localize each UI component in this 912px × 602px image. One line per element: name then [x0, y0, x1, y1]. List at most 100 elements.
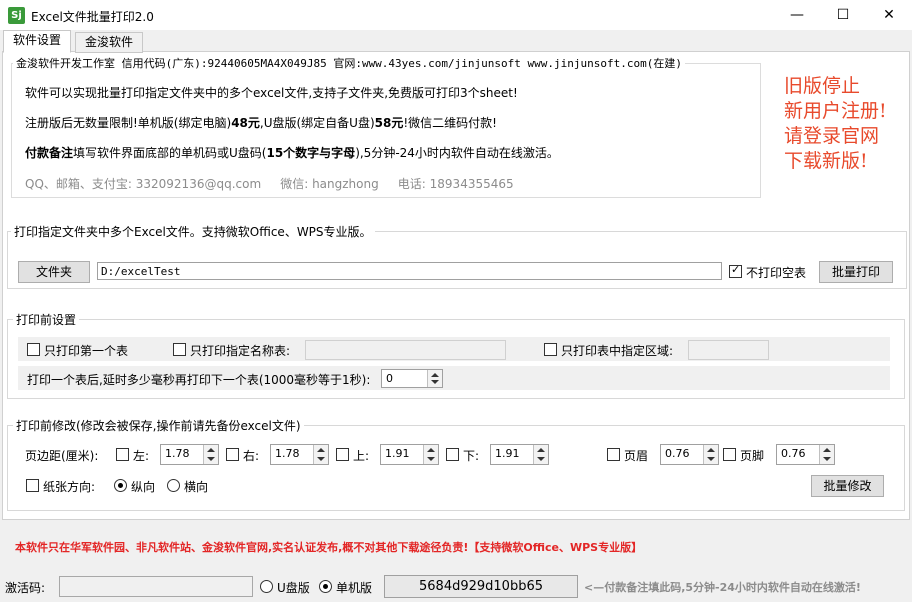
spin-down-icon[interactable]: [823, 457, 831, 461]
pre-print-legend: 打印前设置: [13, 311, 80, 328]
close-button[interactable]: ✕: [866, 0, 912, 30]
info-line-2: 注册版后无数量限制!单机版(绑定电脑)48元,U盘版(绑定自备U盘)58元!微信…: [25, 114, 497, 131]
delay-spinner[interactable]: 0: [381, 369, 443, 388]
named-sheet-checkbox[interactable]: [173, 343, 186, 356]
notice-line-3: 请登录官网: [784, 125, 880, 147]
right-margin-checkbox[interactable]: [226, 448, 239, 461]
modify-legend: 打印前修改(修改会被保存,操作前请先备份excel文件): [13, 417, 304, 434]
notice-line-4: 下载新版!: [784, 150, 868, 172]
orientation-checkbox[interactable]: [26, 479, 39, 492]
right-margin-label: 右:: [243, 449, 260, 463]
print-group-legend: 打印指定文件夹中多个Excel文件。支持微软Office、WPS专业版。: [11, 223, 375, 240]
notice-line-2: 新用户注册!: [784, 100, 887, 122]
activation-code-input[interactable]: [59, 576, 253, 597]
spin-down-icon[interactable]: [431, 380, 439, 384]
company-header: 金浚软件开发工作室 信用代码(广东):92440605MA4X049J85 官网…: [13, 55, 685, 71]
portrait-label: 纵向: [131, 480, 156, 494]
info-line-3b: 填写软件界面底部的单机码或U盘码(: [73, 146, 267, 160]
upgrade-notice: 旧版停止 新用户注册! 请登录官网 下载新版!: [784, 74, 887, 174]
footer-spinner[interactable]: 0.76: [776, 444, 835, 465]
folder-button[interactable]: 文件夹: [18, 261, 90, 283]
payment-note-label: 付款备注: [25, 146, 74, 160]
standalone-version-label: 单机版: [336, 581, 373, 595]
delay-label: 打印一个表后,延时多少毫秒再打印下一个表(1000毫秒等于1秒):: [27, 373, 371, 387]
area-label: 只打印表中指定区域:: [561, 344, 674, 358]
left-margin-spinner[interactable]: 1.78: [160, 444, 219, 465]
spin-down-icon[interactable]: [317, 457, 325, 461]
margin-label: 页边距(厘米):: [25, 449, 99, 463]
usb-version-label: U盘版: [277, 581, 310, 595]
info-line-2c: ,U盘版(绑定自备U盘): [259, 116, 375, 130]
standalone-version-radio[interactable]: [319, 580, 332, 593]
spin-up-icon[interactable]: [707, 448, 715, 452]
right-margin-value: 1.78: [275, 447, 300, 460]
first-sheet-checkbox[interactable]: [27, 343, 40, 356]
spin-down-icon[interactable]: [707, 457, 715, 461]
usb-version-radio[interactable]: [260, 580, 273, 593]
folder-path-input[interactable]: D:/excelTest: [97, 262, 722, 280]
left-margin-checkbox[interactable]: [116, 448, 129, 461]
spin-up-icon[interactable]: [537, 448, 545, 452]
bottom-margin-label: 下:: [463, 449, 480, 463]
spin-down-icon[interactable]: [207, 457, 215, 461]
maximize-button[interactable]: ☐: [820, 0, 866, 30]
named-sheet-input[interactable]: [305, 340, 506, 360]
area-checkbox[interactable]: [544, 343, 557, 356]
info-line-3: 付款备注填写软件界面底部的单机码或U盘码(15个数字与字母),5分钟-24小时内…: [25, 144, 559, 161]
batch-modify-button[interactable]: 批量修改: [811, 475, 884, 497]
price-usb: 58元: [374, 116, 404, 130]
info-line-1: 软件可以实现批量打印指定文件夹中的多个excel文件,支持子文件夹,免费版可打印…: [25, 86, 518, 100]
info-line-2a: 注册版后无数量限制!单机版(绑定电脑): [25, 116, 232, 130]
spin-down-icon[interactable]: [537, 457, 545, 461]
header-checkbox[interactable]: [607, 448, 620, 461]
price-standalone: 48元: [231, 116, 260, 130]
bottom-margin-spinner[interactable]: 1.91: [490, 444, 549, 465]
footer-label: 页脚: [740, 449, 765, 463]
landscape-label: 横向: [184, 480, 209, 494]
activation-label: 激活码:: [5, 581, 46, 595]
spin-up-icon[interactable]: [427, 448, 435, 452]
batch-print-button[interactable]: 批量打印: [819, 261, 893, 283]
portrait-radio[interactable]: [114, 479, 127, 492]
top-margin-checkbox[interactable]: [336, 448, 349, 461]
delay-value: 0: [386, 372, 393, 385]
window-title: Excel文件批量打印2.0: [31, 10, 154, 24]
spin-down-icon[interactable]: [427, 457, 435, 461]
bottom-margin-checkbox[interactable]: [446, 448, 459, 461]
left-margin-label: 左:: [133, 449, 150, 463]
spin-up-icon[interactable]: [431, 373, 439, 377]
top-margin-value: 1.91: [385, 447, 410, 460]
header-value: 0.76: [665, 447, 690, 460]
right-margin-spinner[interactable]: 1.78: [270, 444, 329, 465]
code-format: 15个数字与字母: [266, 146, 356, 160]
tab-jinjun-software[interactable]: 金浚软件: [75, 32, 144, 53]
top-margin-label: 上:: [353, 449, 370, 463]
machine-code-hint: <—付款备注填此码,5分钟-24小时内软件自动在线激活!: [584, 581, 861, 594]
left-margin-value: 1.78: [165, 447, 190, 460]
skip-blank-label: 不打印空表: [746, 266, 807, 280]
notice-line-1: 旧版停止: [784, 75, 861, 97]
footer-checkbox[interactable]: [723, 448, 736, 461]
first-sheet-label: 只打印第一个表: [44, 344, 129, 358]
skip-blank-checkbox[interactable]: ✓: [729, 263, 742, 278]
header-label: 页眉: [624, 449, 649, 463]
machine-code-display: 5684d929d10bb65: [384, 575, 578, 598]
app-icon: Sj: [8, 7, 25, 24]
minimize-button[interactable]: —: [774, 0, 820, 30]
info-line-3d: ),5分钟-24小时内软件自动在线激活。: [355, 146, 559, 160]
spin-up-icon[interactable]: [207, 448, 215, 452]
spin-up-icon[interactable]: [823, 448, 831, 452]
top-margin-spinner[interactable]: 1.91: [380, 444, 439, 465]
bottom-margin-value: 1.91: [495, 447, 520, 460]
contact-info: QQ、邮箱、支付宝: 332092136@qq.com 微信: hangzhon…: [25, 177, 514, 191]
header-spinner[interactable]: 0.76: [660, 444, 719, 465]
tab-software-settings[interactable]: 软件设置: [3, 30, 72, 53]
modify-group: [7, 425, 905, 511]
spin-up-icon[interactable]: [317, 448, 325, 452]
area-input[interactable]: [688, 340, 769, 360]
footer-value: 0.76: [781, 447, 806, 460]
disclaimer: 本软件只在华军软件园、非凡软件站、金浚软件官网,实名认证发布,概不对其他下载途径…: [15, 541, 643, 554]
landscape-radio[interactable]: [167, 479, 180, 492]
named-sheet-label: 只打印指定名称表:: [190, 344, 291, 358]
orientation-label: 纸张方向:: [43, 480, 96, 494]
